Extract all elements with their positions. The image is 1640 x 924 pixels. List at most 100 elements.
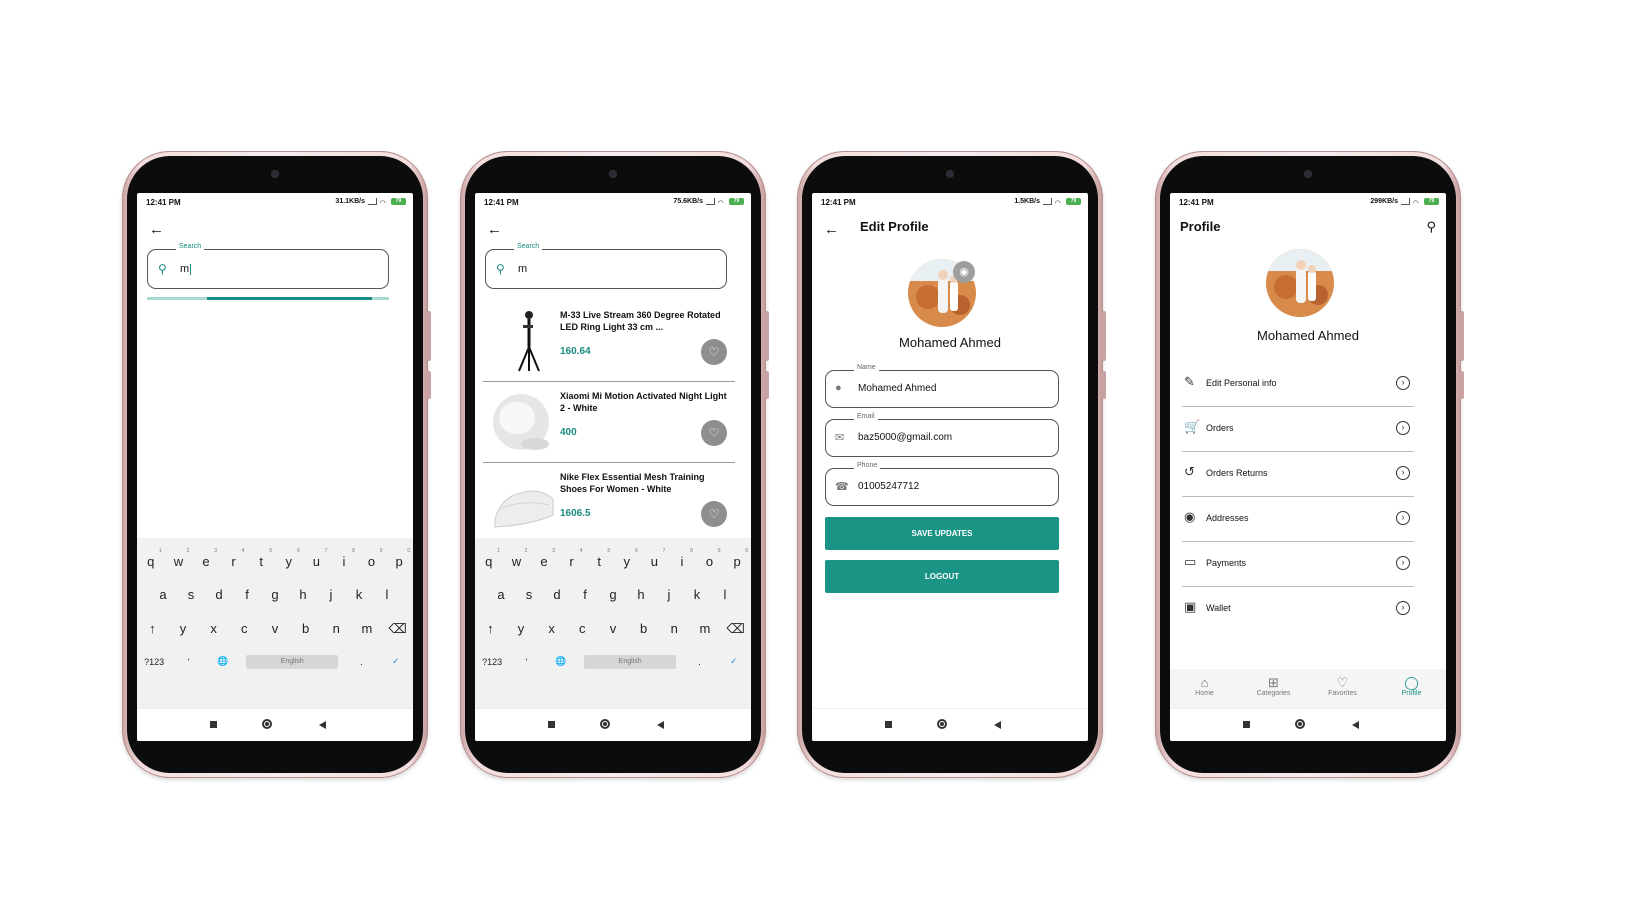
key-w[interactable]: w2 [505, 548, 528, 569]
back-button[interactable] [657, 721, 664, 729]
back-arrow-icon[interactable]: ← [487, 221, 502, 238]
key-k[interactable]: k [686, 587, 708, 602]
save-updates-button[interactable]: SAVE UPDATES [825, 517, 1059, 550]
back-button[interactable] [994, 721, 1001, 729]
nav-favorites[interactable]: ♡ Favorites [1308, 669, 1377, 709]
nav-categories[interactable]: ⊞ Categories [1239, 669, 1308, 709]
menu-item-payments[interactable]: ▭ Payments › [1182, 542, 1414, 587]
name-field[interactable]: Name ● Mohamed Ahmed [825, 364, 1059, 408]
symbols-key[interactable]: ?123 [143, 657, 165, 667]
key-s[interactable]: s [518, 587, 540, 602]
key-i[interactable]: i8 [671, 548, 693, 569]
key-y[interactable]: y [172, 621, 194, 637]
key-r[interactable]: r4 [223, 548, 244, 569]
favorite-heart-icon[interactable]: ♡ [701, 420, 727, 446]
key-d[interactable]: d [546, 587, 568, 602]
key-g[interactable]: g [602, 587, 624, 602]
phone-input[interactable]: 01005247712 [858, 481, 919, 492]
key-g[interactable]: g [264, 587, 286, 602]
key-j[interactable]: j [320, 587, 342, 602]
space-key[interactable]: English [246, 655, 339, 669]
key-t[interactable]: t5 [250, 548, 272, 569]
symbols-key[interactable]: ?123 [481, 657, 503, 667]
back-arrow-icon[interactable]: ← [824, 221, 839, 238]
key-m[interactable]: m [694, 621, 716, 637]
key-v[interactable]: v [602, 621, 624, 637]
key-p[interactable]: p0 [726, 548, 749, 569]
comma-key[interactable]: ' [177, 657, 199, 667]
key-q[interactable]: q1 [478, 548, 500, 569]
key-m[interactable]: m [356, 621, 378, 637]
recents-button[interactable] [1243, 721, 1250, 728]
recents-button[interactable] [885, 721, 892, 728]
done-key[interactable]: ✓ [723, 656, 745, 667]
menu-item-orders-returns[interactable]: ↺ Orders Returns › [1182, 452, 1414, 497]
key-a[interactable]: a [490, 587, 512, 602]
home-button[interactable] [1295, 719, 1305, 729]
backspace-key[interactable]: ⌫ [387, 621, 409, 637]
key-v[interactable]: v [264, 621, 286, 637]
key-y[interactable]: y6 [278, 548, 300, 569]
favorite-heart-icon[interactable]: ♡ [701, 339, 727, 365]
favorite-heart-icon[interactable]: ♡ [701, 501, 727, 527]
key-e[interactable]: e3 [195, 548, 217, 569]
key-o[interactable]: o9 [699, 548, 721, 569]
key-f[interactable]: f [236, 587, 258, 602]
menu-item-orders[interactable]: 🛒 Orders › [1182, 407, 1414, 452]
globe-icon[interactable]: 🌐 [212, 656, 234, 667]
key-n[interactable]: n [325, 621, 347, 637]
product-card[interactable]: M-33 Live Stream 360 Degree Rotated LED … [483, 301, 735, 382]
key-x[interactable]: x [203, 621, 225, 637]
product-card[interactable]: Nike Flex Essential Mesh Training Shoes … [483, 463, 735, 543]
key-p[interactable]: p0 [388, 548, 411, 569]
back-button[interactable] [1352, 721, 1359, 729]
email-input[interactable]: baz5000@gmail.com [858, 432, 952, 443]
key-l[interactable]: l [376, 587, 398, 602]
search-input[interactable]: m [518, 263, 527, 275]
key-j[interactable]: j [658, 587, 680, 602]
key-c[interactable]: c [571, 621, 593, 637]
period-key[interactable]: . [688, 657, 710, 667]
key-n[interactable]: n [663, 621, 685, 637]
key-d[interactable]: d [208, 587, 230, 602]
back-button[interactable] [319, 721, 326, 729]
key-w[interactable]: w2 [167, 548, 190, 569]
key-x[interactable]: x [541, 621, 563, 637]
search-input[interactable]: m [180, 263, 192, 275]
period-key[interactable]: . [350, 657, 372, 667]
nav-home[interactable]: ⌂ Home [1170, 669, 1239, 709]
key-r[interactable]: r4 [561, 548, 582, 569]
phone-field[interactable]: Phone ☎ 01005247712 [825, 462, 1059, 506]
back-arrow-icon[interactable]: ← [149, 221, 164, 238]
key-y[interactable]: y [510, 621, 532, 637]
menu-item-wallet[interactable]: ▣ Wallet › [1182, 587, 1414, 632]
key-b[interactable]: b [295, 621, 317, 637]
key-f[interactable]: f [574, 587, 596, 602]
search-field[interactable]: Search ⚲ m [147, 243, 389, 289]
key-h[interactable]: h [630, 587, 652, 602]
menu-item-addresses[interactable]: ◉ Addresses › [1182, 497, 1414, 542]
menu-item-edit-personal-info[interactable]: ✎ Edit Personal info › [1182, 362, 1414, 407]
recents-button[interactable] [210, 721, 217, 728]
key-e[interactable]: e3 [533, 548, 555, 569]
key-h[interactable]: h [292, 587, 314, 602]
shift-key[interactable]: ↑ [479, 621, 501, 637]
nav-profile[interactable]: ◯ Profile [1377, 669, 1446, 709]
product-card[interactable]: Xiaomi Mi Motion Activated Night Light 2… [483, 382, 735, 463]
key-y[interactable]: y6 [616, 548, 638, 569]
space-key[interactable]: English [584, 655, 677, 669]
key-i[interactable]: i8 [333, 548, 355, 569]
key-s[interactable]: s [180, 587, 202, 602]
key-b[interactable]: b [633, 621, 655, 637]
done-key[interactable]: ✓ [385, 656, 407, 667]
key-q[interactable]: q1 [140, 548, 162, 569]
home-button[interactable] [937, 719, 947, 729]
key-c[interactable]: c [233, 621, 255, 637]
camera-icon[interactable]: ◉ [953, 261, 975, 283]
logout-button[interactable]: LOGOUT [825, 560, 1059, 593]
email-field[interactable]: Email ✉ baz5000@gmail.com [825, 413, 1059, 457]
shift-key[interactable]: ↑ [141, 621, 163, 637]
key-t[interactable]: t5 [588, 548, 610, 569]
key-o[interactable]: o9 [361, 548, 383, 569]
backspace-key[interactable]: ⌫ [725, 621, 747, 637]
